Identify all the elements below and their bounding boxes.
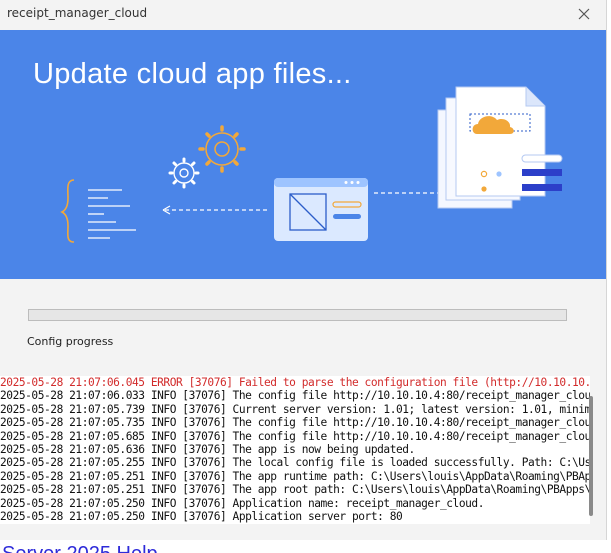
close-button[interactable] [574, 4, 594, 24]
log-line: 2025-05-28 21:07:05.685 INFO [37076] The… [0, 429, 590, 443]
log-scrollbar[interactable] [589, 396, 593, 516]
log-line: 2025-05-28 21:07:05.636 INFO [37076] The… [0, 442, 415, 456]
log-line: 2025-05-28 21:07:05.735 INFO [37076] The… [0, 416, 590, 430]
log-line-error: 2025-05-28 21:07:06.045 ERROR [37076] Fa… [0, 376, 590, 389]
config-progress-bar [28, 309, 567, 321]
log-line: 2025-05-28 21:07:05.250 INFO [37076] App… [0, 509, 403, 523]
gear-icon [198, 125, 246, 173]
gear-icon [168, 157, 200, 189]
progress-label: Config progress [27, 335, 114, 348]
cloud-document-icon [437, 86, 563, 209]
log-line: 2025-05-28 21:07:05.739 INFO [37076] Cur… [0, 402, 590, 416]
log-output[interactable]: 2025-05-28 21:07:06.045 ERROR [37076] Fa… [0, 376, 590, 524]
log-line: 2025-05-28 21:07:06.033 INFO [37076] The… [0, 389, 590, 403]
background-window-strip: Server 2025 Help [0, 540, 611, 553]
updater-window: receipt_manager_cloud Update cloud app f… [0, 0, 607, 549]
code-bracket-icon [60, 179, 136, 243]
background-window-text: Server 2025 Help [2, 543, 158, 553]
app-window-icon [274, 178, 368, 241]
log-line: 2025-05-28 21:07:05.255 INFO [37076] The… [0, 456, 590, 470]
log-line: 2025-05-28 21:07:05.250 INFO [37076] App… [0, 496, 484, 510]
update-banner: Update cloud app files... [0, 30, 606, 279]
log-line: 2025-05-28 21:07:05.251 INFO [37076] The… [0, 469, 590, 483]
banner-heading: Update cloud app files... [33, 58, 352, 90]
log-line: 2025-05-28 21:07:05.251 INFO [37076] The… [0, 483, 590, 497]
window-title: receipt_manager_cloud [7, 6, 148, 20]
close-icon [578, 8, 590, 20]
title-bar: receipt_manager_cloud [0, 0, 606, 30]
